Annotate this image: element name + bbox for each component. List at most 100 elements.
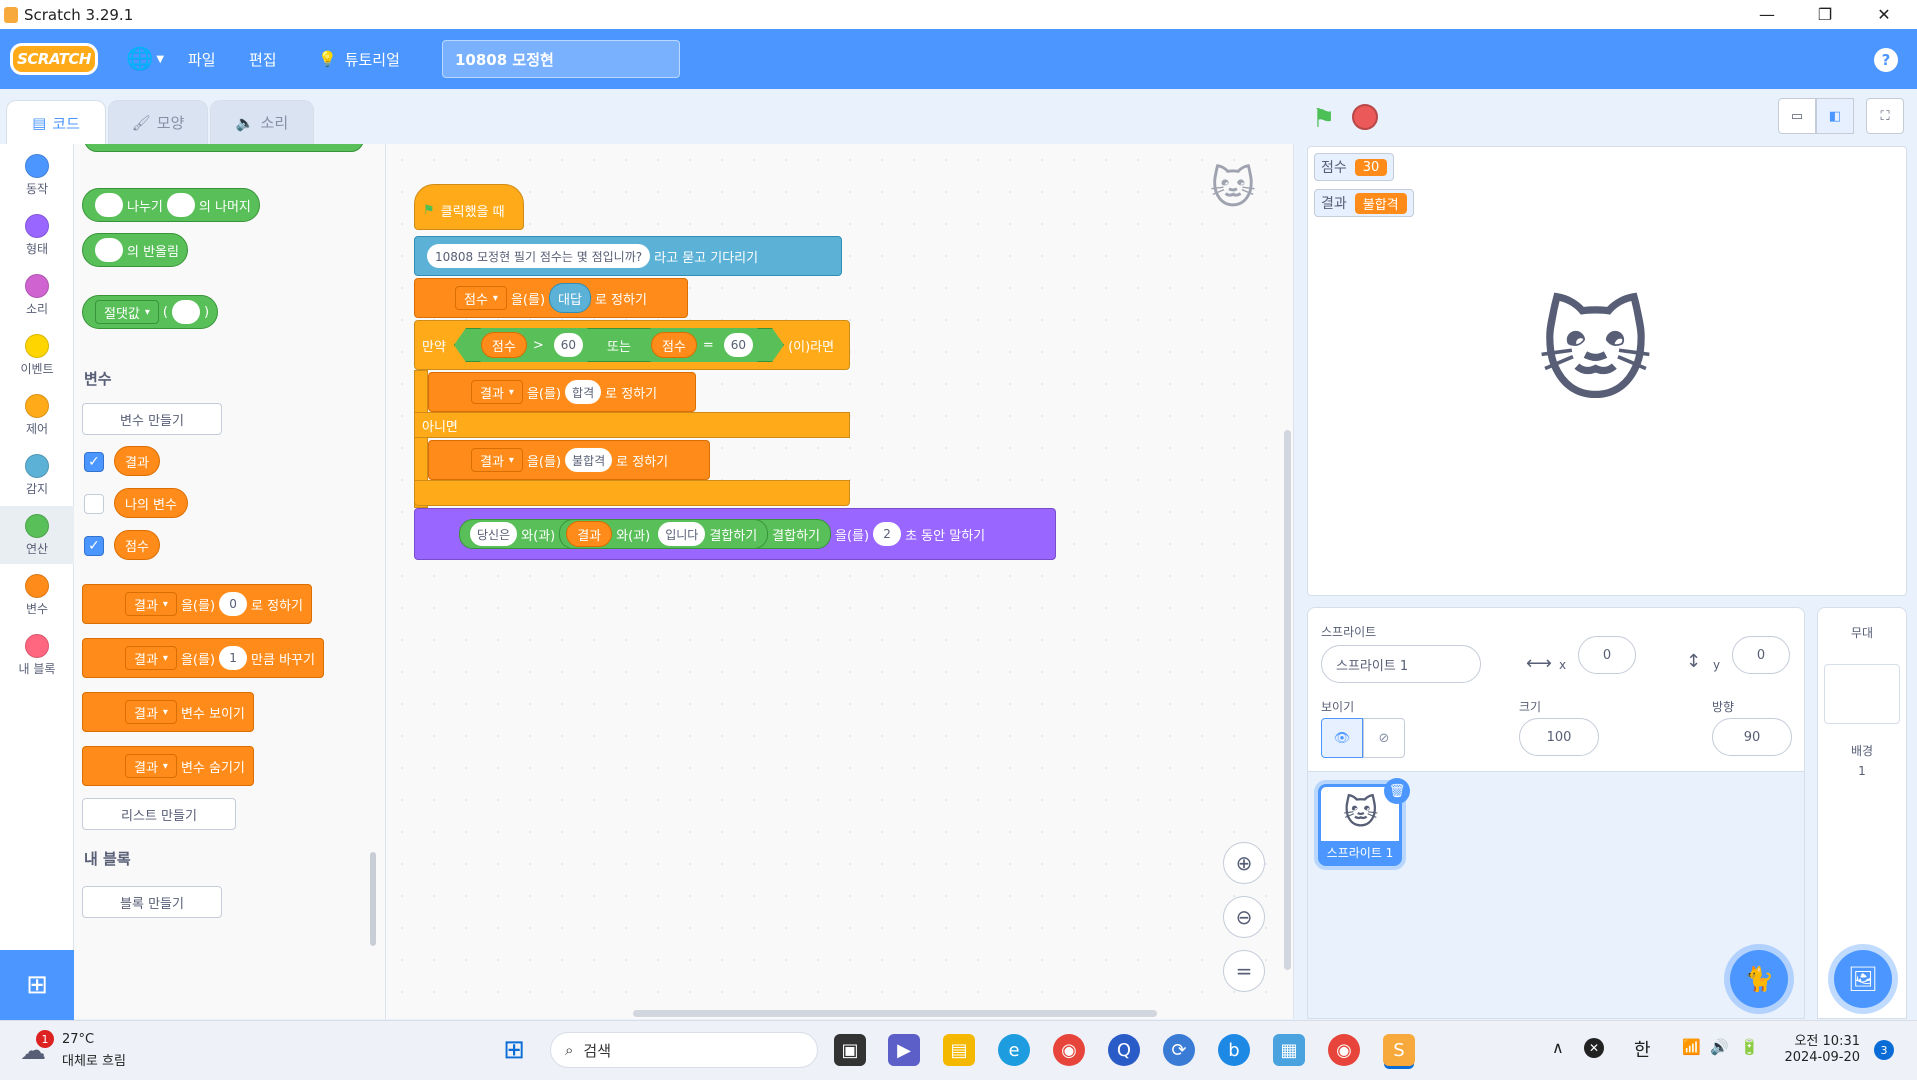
zoom-out-button[interactable]: ⊖: [1223, 896, 1265, 938]
palette-scrollbar[interactable]: [370, 852, 376, 946]
zoom-reset-button[interactable]: =: [1223, 950, 1265, 992]
project-title-input[interactable]: 10808 모정현: [442, 40, 680, 78]
category-myblocks[interactable]: 내 블록: [0, 634, 74, 677]
stage-canvas[interactable]: 점수 30 결과 불합격 🐱: [1307, 146, 1907, 596]
teams-icon[interactable]: ▶: [888, 1034, 920, 1066]
tutorials-menu[interactable]: 💡 튜토리얼: [318, 29, 400, 89]
variable-dropdown[interactable]: 점수: [455, 286, 507, 310]
or-operator[interactable]: 점수 >60 또는 점수 = 60: [454, 328, 784, 362]
answer-reporter[interactable]: 대답: [549, 283, 591, 313]
category-looks[interactable]: 형태: [0, 214, 74, 257]
category-sensing[interactable]: 감지: [0, 454, 74, 497]
sprite-name-input[interactable]: 스프라이트 1: [1321, 645, 1481, 683]
palette-round-block[interactable]: 의 반올림: [82, 233, 188, 267]
palette-mod-block[interactable]: 나누기 의 나머지: [82, 188, 260, 222]
join-outer-operator[interactable]: 당신은 와(과) 결과 와(과) 입니다 결합하기 결합하기: [459, 519, 832, 549]
make-block-button[interactable]: 블록 만들기: [82, 886, 222, 918]
value-slot[interactable]: 입니다: [658, 522, 706, 546]
tab-costumes[interactable]: 🖌 모양: [108, 100, 208, 144]
minimize-button[interactable]: —: [1738, 0, 1796, 29]
file-explorer-icon[interactable]: ▤: [943, 1034, 975, 1066]
taskbar-search[interactable]: ⌕ 검색: [550, 1032, 818, 1068]
make-list-button[interactable]: 리스트 만들기: [82, 798, 236, 830]
variable-checkbox[interactable]: ✓: [84, 452, 104, 472]
clock-date[interactable]: 2024-09-20: [1778, 1050, 1860, 1065]
stop-icon[interactable]: [1352, 104, 1378, 130]
join-inner-operator[interactable]: 결과 와(과) 입니다 결합하기: [559, 519, 769, 549]
backdrop-thumbnail[interactable]: [1824, 664, 1900, 724]
add-extension-button[interactable]: ⊞: [0, 950, 74, 1020]
wifi-icon[interactable]: 📶: [1682, 1038, 1701, 1056]
task-view-icon[interactable]: ▣: [834, 1034, 866, 1066]
ask-and-wait-block[interactable]: 10808 모정현 필기 점수는 몇 점입니까? 라고 묻고 기다리기: [414, 236, 842, 276]
variable-dropdown[interactable]: 결과: [125, 592, 177, 616]
notification-badge[interactable]: 3: [1874, 1040, 1894, 1060]
seconds-slot[interactable]: 2: [873, 522, 902, 546]
volume-icon[interactable]: 🔊: [1710, 1038, 1729, 1056]
variable-dropdown[interactable]: 결과: [471, 448, 523, 472]
green-flag-icon[interactable]: ⚑: [1312, 104, 1335, 134]
palette-set-variable-block[interactable]: 결과을(를)0로 정하기: [82, 584, 313, 624]
show-sprite-button[interactable]: 👁: [1321, 718, 1363, 758]
variable-dropdown[interactable]: 결과: [125, 646, 177, 670]
set-score-block[interactable]: 점수을(를) 대답 로 정하기: [414, 278, 688, 318]
app-icon-picture[interactable]: ▦: [1273, 1034, 1305, 1066]
close-window-button[interactable]: ✕: [1855, 0, 1913, 29]
value-slot[interactable]: 합격: [565, 380, 602, 404]
direction-input[interactable]: 90: [1712, 718, 1792, 756]
greater-than-operator[interactable]: 점수 >60: [469, 328, 599, 362]
value-slot[interactable]: 당신은: [470, 522, 518, 546]
slot[interactable]: [166, 193, 195, 217]
category-variables[interactable]: 변수: [0, 574, 74, 617]
value-slot[interactable]: 60: [724, 333, 753, 357]
category-operators[interactable]: 연산: [0, 506, 74, 564]
language-menu[interactable]: 🌐 ▼: [126, 29, 164, 89]
variable-reporter[interactable]: 점수: [114, 530, 160, 560]
app-icon-sync[interactable]: ⟳: [1163, 1034, 1195, 1066]
value-slot[interactable]: 1: [219, 646, 248, 670]
palette-change-variable-block[interactable]: 결과을(를)1만큼 바꾸기: [82, 638, 324, 678]
palette-show-variable-block[interactable]: 결과변수 보이기: [82, 692, 254, 732]
scratch-taskbar-icon[interactable]: S: [1383, 1034, 1415, 1066]
question-slot[interactable]: 10808 모정현 필기 점수는 몇 점입니까?: [427, 244, 651, 268]
hide-sprite-button[interactable]: ⊘: [1363, 718, 1405, 758]
score-reporter[interactable]: 점수: [481, 332, 527, 358]
large-stage-button[interactable]: ◧: [1816, 98, 1854, 134]
slot[interactable]: [95, 193, 123, 217]
y-input[interactable]: 0: [1732, 636, 1790, 674]
tab-sounds[interactable]: 🔈 소리: [210, 100, 314, 144]
choose-backdrop-button[interactable]: 🖼: [1834, 950, 1892, 1008]
script-vertical-scrollbar[interactable]: [1284, 430, 1291, 970]
tab-code[interactable]: ▤ 코드: [6, 100, 106, 145]
score-reporter[interactable]: 점수: [651, 332, 697, 358]
restore-button[interactable]: ❐: [1796, 0, 1854, 29]
value-slot[interactable]: 0: [219, 592, 248, 616]
scratch-logo[interactable]: SCRATCH: [10, 43, 98, 75]
file-menu[interactable]: 파일: [188, 29, 216, 89]
windows-start-icon[interactable]: ⊞: [498, 1034, 530, 1066]
close-circle-icon[interactable]: ✕: [1584, 1038, 1604, 1058]
category-motion[interactable]: 동작: [0, 154, 74, 197]
result-reporter[interactable]: 결과: [566, 521, 613, 547]
equals-operator[interactable]: 점수 = 60: [639, 328, 769, 362]
variable-dropdown[interactable]: 결과: [125, 700, 177, 724]
chrome-icon[interactable]: ◉: [1053, 1034, 1085, 1066]
variable-checkbox[interactable]: [84, 494, 104, 514]
ime-language[interactable]: 한: [1634, 1036, 1651, 1062]
slot[interactable]: [95, 238, 123, 262]
cat-sprite-icon[interactable]: 🐱: [1538, 297, 1653, 407]
bing-icon[interactable]: b: [1218, 1034, 1250, 1066]
slot[interactable]: [172, 300, 200, 324]
help-icon[interactable]: ?: [1874, 48, 1898, 72]
variable-reporter[interactable]: 결과: [114, 446, 160, 476]
app-icon-q[interactable]: Q: [1108, 1034, 1140, 1066]
value-slot[interactable]: 60: [554, 333, 583, 357]
delete-sprite-button[interactable]: 🗑: [1384, 778, 1410, 804]
palette-partial-block[interactable]: [84, 144, 364, 152]
dropdown[interactable]: 절댓값: [95, 300, 159, 324]
chrome-profile-icon[interactable]: ◉: [1328, 1034, 1360, 1066]
variable-dropdown[interactable]: 결과: [125, 754, 177, 778]
zoom-in-button[interactable]: ⊕: [1223, 842, 1265, 884]
palette-hide-variable-block[interactable]: 결과변수 숨기기: [82, 746, 254, 786]
category-events[interactable]: 이벤트: [0, 334, 74, 377]
